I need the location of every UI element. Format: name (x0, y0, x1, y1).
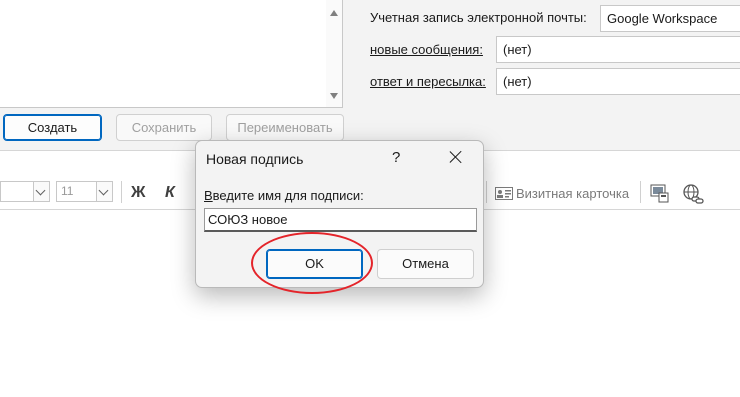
close-icon[interactable] (446, 147, 466, 167)
scroll-down-icon[interactable] (330, 93, 338, 99)
business-card-icon[interactable] (495, 187, 513, 200)
bold-icon[interactable]: Ж (131, 184, 145, 202)
signature-name-input[interactable] (204, 208, 477, 232)
signatures-panel: Создать Сохранить Переименовать Учетная … (0, 0, 740, 150)
italic-icon[interactable]: К (165, 184, 175, 202)
signature-name-prompt: Введите имя для подписи: (204, 188, 364, 203)
toolbar-divider (640, 181, 641, 203)
font-family-combo[interactable] (0, 181, 50, 202)
signature-list[interactable] (0, 0, 343, 108)
create-button[interactable]: Создать (3, 114, 102, 141)
scrollbar[interactable] (326, 0, 342, 107)
replies-forwards-label: ответ и пересылка: (370, 74, 486, 89)
email-account-label: Учетная запись электронной почты: (370, 10, 587, 25)
font-size-value: 11 (61, 184, 74, 198)
rename-button[interactable]: Переименовать (226, 114, 344, 141)
ok-button[interactable]: OK (266, 249, 363, 279)
hyperlink-icon[interactable] (682, 183, 704, 205)
new-messages-label: новые сообщения: (370, 42, 483, 57)
picture-icon[interactable] (650, 184, 670, 204)
cancel-button[interactable]: Отмена (377, 249, 474, 279)
font-size-combo[interactable]: 11 (56, 181, 113, 202)
toolbar-divider (486, 181, 487, 203)
new-signature-dialog: Новая подпись ? Введите имя для подписи:… (195, 140, 484, 288)
business-card-label[interactable]: Визитная карточка (516, 186, 629, 201)
save-button[interactable]: Сохранить (116, 114, 212, 141)
toolbar-divider (121, 181, 122, 203)
chevron-down-icon[interactable] (33, 182, 49, 201)
email-account-select[interactable]: Google Workspace (600, 5, 740, 32)
replies-forwards-select[interactable]: (нет) (496, 68, 740, 95)
scroll-up-icon[interactable] (330, 10, 338, 16)
signature-name-prompt-text: ведите имя для подписи: (212, 188, 364, 203)
new-messages-select[interactable]: (нет) (496, 36, 740, 63)
chevron-down-icon[interactable] (96, 182, 112, 201)
dialog-title: Новая подпись (206, 151, 304, 167)
help-icon[interactable]: ? (392, 149, 400, 166)
